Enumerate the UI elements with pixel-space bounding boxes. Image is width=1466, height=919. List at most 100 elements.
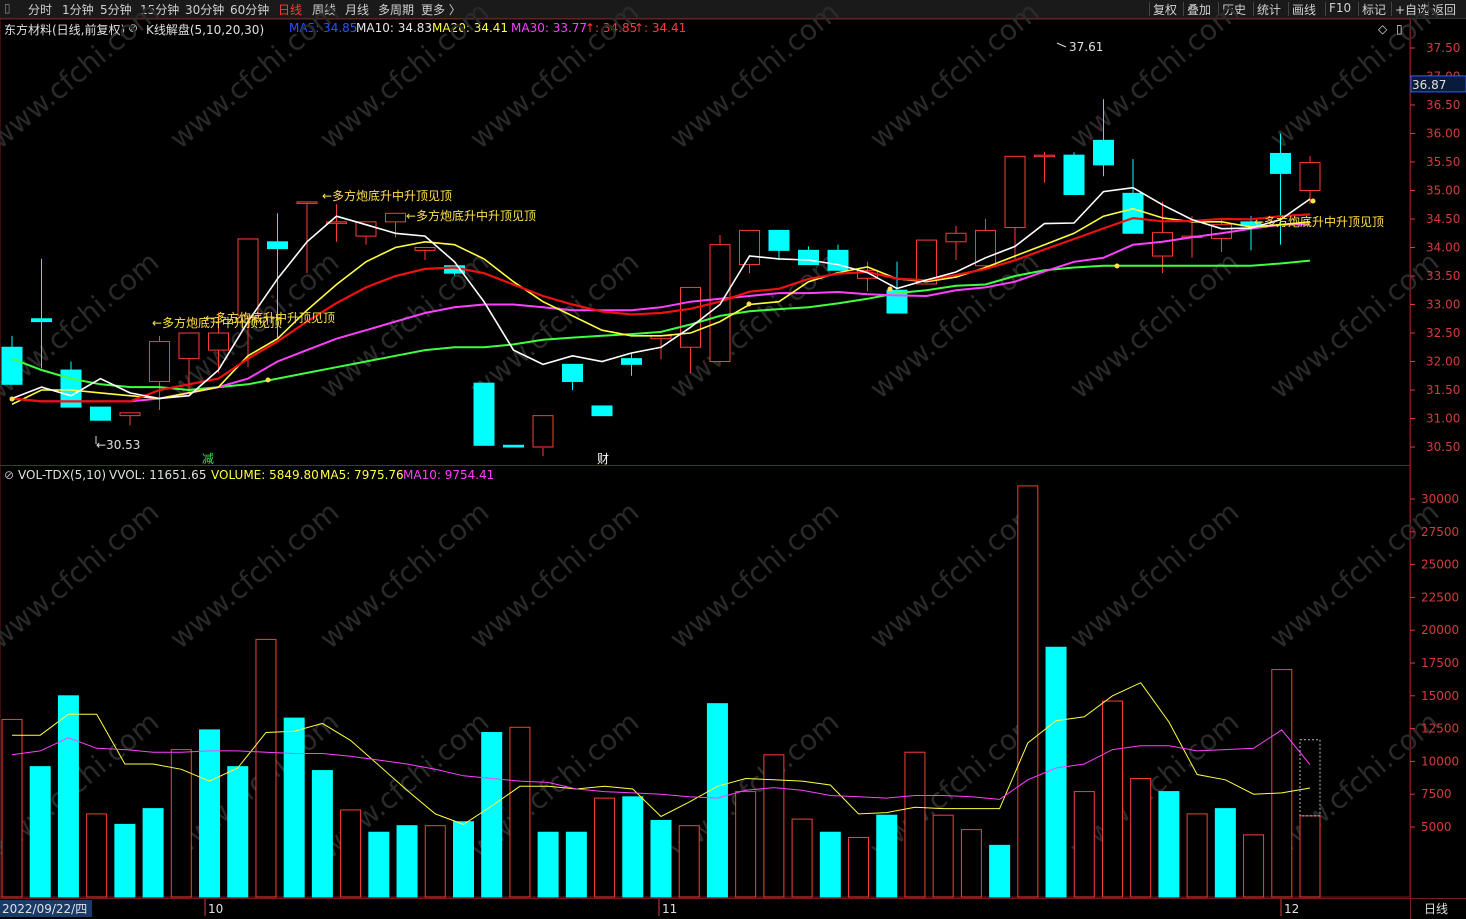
volume-bar [763,754,785,898]
watermark-text: www.cfchi.com [0,495,165,655]
candle-body [1,346,23,385]
toolbar-button-3[interactable]: 统计 [1257,1,1281,18]
candle-body [355,221,377,237]
toolbar-separator [1218,2,1219,16]
volume-bar [706,703,728,898]
month-label: 10 [208,902,223,916]
vol-indicator-selector[interactable]: ⊘ [4,468,14,482]
indicator-name[interactable]: K线解盘(5,10,20,30) [146,21,264,38]
candle-body [621,358,642,365]
candle-body [562,363,583,382]
toolbar-button-5[interactable]: F10 [1329,1,1351,15]
ma30-value: MA30: 33.77 [511,21,588,35]
volume-value: VOLUME: 5849.80 [211,468,319,482]
vvol-estimate-box [1299,739,1321,817]
ma10-value: MA10: 34.83 [356,21,433,35]
tab-2[interactable]: 5分钟 [100,1,132,18]
tab-4[interactable]: 30分钟 [185,1,224,18]
vol-ma5-value: MA5: 7975.76 [320,468,404,482]
tab-5[interactable]: 60分钟 [230,1,269,18]
price-tick-label: 34.50 [1426,212,1460,226]
volume-bar [424,825,446,898]
candle-body [1034,154,1055,158]
candle-body [975,229,996,267]
candle-body [444,265,465,274]
volume-bar [311,770,333,898]
candle-body [1004,155,1026,229]
price-tick-label: 37.00 [1426,70,1460,84]
candle-body [1299,162,1321,192]
candle-body [1093,139,1114,166]
toolbar-button-7[interactable]: +自选 [1395,1,1429,18]
tab-10[interactable]: 更多 〉 [421,1,461,18]
toolbar-separator [1288,2,1289,16]
volume-bar [622,796,644,898]
tab-1[interactable]: 1分钟 [62,1,94,18]
vol-ma10-value: MA10: 9754.41 [403,468,495,482]
volume-tick-label: 22500 [1421,590,1459,604]
watermark-text: www.cfchi.com [1063,245,1245,405]
watermark-text: www.cfchi.com [313,245,495,405]
tab-7[interactable]: 周线 [312,1,336,18]
signal-dot [1310,198,1316,204]
tab-9[interactable]: 多周期 [378,1,414,18]
watermark-text: www.cfchi.com [163,495,345,655]
ma20-line [11,223,1311,403]
period-label: 日线 [1424,902,1448,916]
watermark-text: www.cfchi.com [1263,495,1445,655]
volume-bar [1186,813,1208,898]
tab-3[interactable]: 15分钟 [140,1,179,18]
volume-tick-label: 20000 [1421,623,1459,637]
indicator-selector[interactable]: ⊘ [128,21,138,35]
vvol-value: VVOL: 11651.65 [109,468,207,482]
toolbar-button-1[interactable]: 叠加 [1187,1,1211,18]
stock-chart[interactable]: www.cfchi.comwww.cfchi.comwww.cfchi.comw… [0,0,1466,919]
signal-annotation: ←多方炮底升中升顶见顶 [1254,214,1384,229]
volume-bar [481,732,503,898]
candle-body [886,289,908,314]
toolbar-separator [1253,2,1254,16]
toolbar-button-4[interactable]: 画线 [1292,1,1316,18]
watermark-text: www.cfchi.com [663,495,845,655]
price-tick-label: 36.00 [1426,127,1460,141]
volume-bar [876,814,898,898]
volume-bar [594,797,616,898]
volume-bar [1101,700,1123,898]
volume-tick-label: 10000 [1421,754,1459,768]
candle-body [827,249,849,271]
candle-body [267,241,288,250]
candle-body [503,444,524,448]
price-tick-label: 32.00 [1426,355,1460,369]
reduce-holding-mark: 减 [202,452,214,466]
toolbar-separator [1428,2,1429,16]
candle-body [149,341,170,382]
tab-8[interactable]: 月线 [345,1,369,18]
volume-bar [255,638,277,898]
panel-toggle-icon[interactable]: ▯ [4,1,11,15]
tab-6[interactable]: 日线 [278,1,302,18]
volume-bar [86,813,108,898]
period-toolbar: ▯ 分时 1分钟 5分钟 15分钟 30分钟 60分钟 日线 周线 月线 多周期 更多 〉 复权 叠加 历史… [0,0,1466,19]
price-tick-label: 30.50 [1426,440,1460,454]
toolbar-button-2[interactable]: 历史 [1222,1,1246,18]
vol-indicator-name[interactable]: VOL-TDX(5,10) [18,468,106,482]
price-tick-label: 34.00 [1426,241,1460,255]
volume-bar [537,831,559,898]
toolbar-button-6[interactable]: 标记 [1362,1,1386,18]
volume-tick-label: 17500 [1421,656,1459,670]
candle-body [768,229,790,251]
toolbar-separator [1391,2,1392,16]
watermark-text: www.cfchi.com [163,705,345,865]
price-tick-label: 31.00 [1426,412,1460,426]
tab-0[interactable]: 分时 [28,1,52,18]
candle-body [1181,235,1203,239]
toolbar-button-8[interactable]: 返回 [1432,1,1456,18]
price-indicator-header: 东方材料(日线,前复权) ⊘ K线解盘(5,10,20,30) MA5: 34.… [0,19,1410,37]
watermark-text: www.cfchi.com [463,705,645,865]
toolbar-button-0[interactable]: 复权 [1153,1,1177,18]
candle-body [326,221,347,224]
high-price-pointer [1056,42,1067,48]
ma30-line [11,259,1311,392]
extra-value-1: ↑: 34.85 [585,21,638,35]
volume-bar [1073,791,1095,898]
